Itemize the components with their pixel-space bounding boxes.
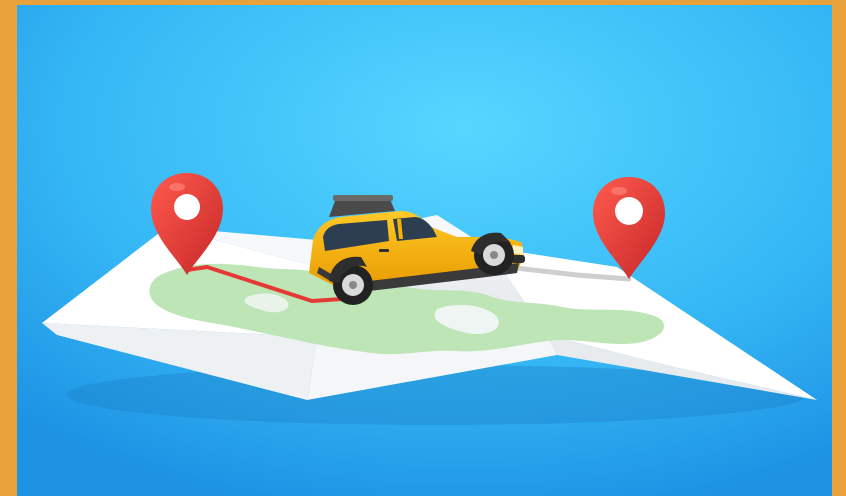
illustration xyxy=(17,5,832,496)
image-frame xyxy=(0,0,846,496)
